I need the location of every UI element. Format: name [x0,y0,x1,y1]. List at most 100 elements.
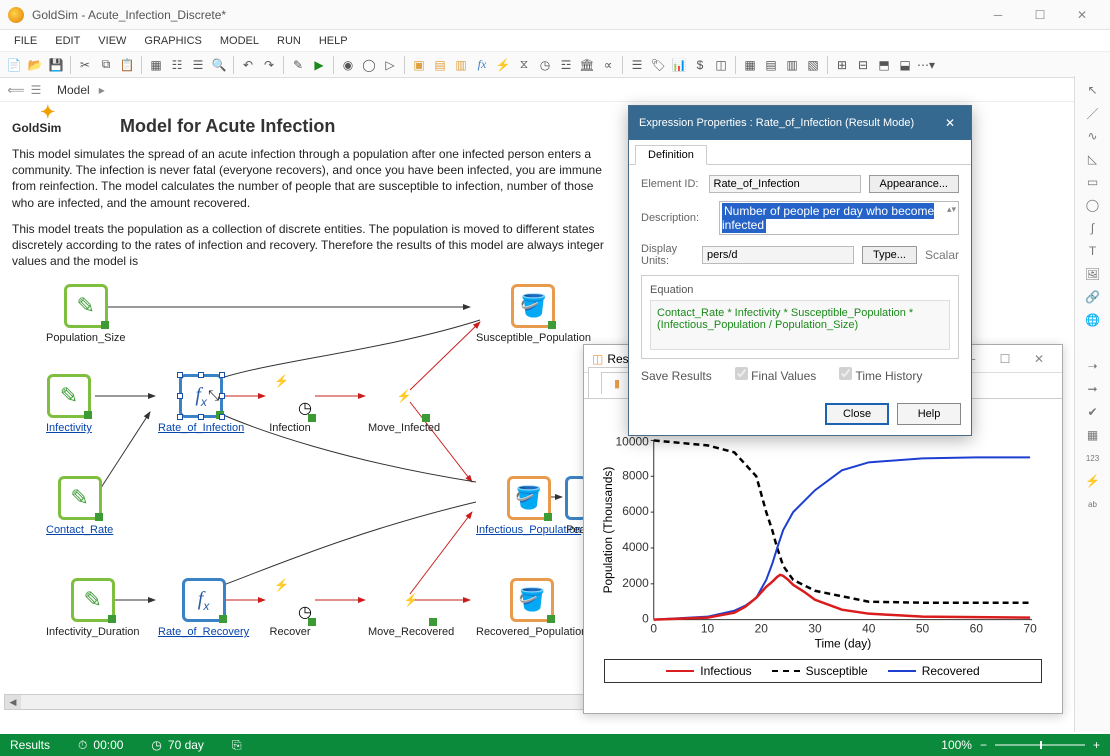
arrow1-tool-icon[interactable]: ➝ [1081,356,1105,376]
undo-icon[interactable]: ↶ [238,55,258,75]
search-icon[interactable]: 🔍 [209,55,229,75]
run-icon[interactable]: ▶ [309,55,329,75]
back-icon[interactable]: ⬓ [895,55,915,75]
text-tool-icon[interactable]: T [1081,241,1105,261]
help-button[interactable]: Help [897,403,961,425]
ungroup-icon[interactable]: ⊟ [853,55,873,75]
final-values-checkbox[interactable] [735,367,748,380]
image-tool-icon[interactable]: 🖼 [1081,264,1105,284]
fx-icon[interactable]: fx [472,55,492,75]
align2-icon[interactable]: ▤ [761,55,781,75]
close-button[interactable]: Close [825,403,889,425]
node-recover[interactable]: ⚡◷ Recover [268,578,312,638]
node-rate-of-recovery[interactable]: fx Rate_of_Recovery [158,578,249,638]
align4-icon[interactable]: ▧ [803,55,823,75]
polyline-tool-icon[interactable]: ∿ [1081,126,1105,146]
node-susceptible-population[interactable]: 🪣 Susceptible_Population [476,284,591,344]
node-move-infected[interactable]: ⚡ Move_Infected [368,374,440,434]
link-tool-icon[interactable]: 🔗 [1081,287,1105,307]
cut-icon[interactable]: ✂ [75,55,95,75]
skip-icon[interactable]: ▷ [380,55,400,75]
db-icon[interactable]: ☲ [556,55,576,75]
element-icon[interactable]: ▤ [430,55,450,75]
node-infectivity-duration[interactable]: ✎ Infectivity_Duration [46,578,140,638]
node-move-recovered[interactable]: ⚡ Move_Recovered [368,578,454,638]
type-button[interactable]: Type... [862,246,917,264]
minimize-button[interactable]: ─ [978,4,1018,26]
money-icon[interactable]: $ [690,55,710,75]
appearance-button[interactable]: Appearance... [869,175,960,193]
globe-tool-icon[interactable]: 🌐 [1081,310,1105,330]
node-recovered-population[interactable]: 🪣 Recovered_Population [476,578,587,638]
menu-run[interactable]: RUN [269,33,309,49]
line-tool-icon[interactable]: ／ [1081,103,1105,123]
maximize-button[interactable]: ☐ [1020,4,1060,26]
breadcrumb-back-icon[interactable]: ⟸ [8,82,24,98]
zoom-slider[interactable] [995,744,1085,746]
menu-graphics[interactable]: GRAPHICS [136,33,209,49]
zoom-out-button[interactable]: − [980,738,987,752]
rect-tool-icon[interactable]: ▭ [1081,172,1105,192]
cube-icon[interactable]: ◫ [711,55,731,75]
zoom-in-button[interactable]: + [1093,738,1100,752]
description-input[interactable]: Number of people per day who become infe… [722,203,934,233]
edit-icon[interactable]: ✎ [288,55,308,75]
save-icon[interactable]: 💾 [46,55,66,75]
copy-icon[interactable]: ⧉ [96,55,116,75]
node-rate-of-infection[interactable]: fx ⤡ Rate_of_Infection [158,374,244,434]
notes-icon[interactable]: ☷ [167,55,187,75]
node-contact-rate[interactable]: ✎ Contact_Rate [46,476,113,536]
grid-icon[interactable]: ▦ [146,55,166,75]
scroll-left-icon[interactable]: ◀ [5,695,21,709]
breadcrumb-model[interactable]: Model [48,80,99,100]
hourglass-icon[interactable]: ⧖ [514,55,534,75]
breadcrumb-fwd-icon[interactable]: ☰ [28,82,44,98]
triangle-tool-icon[interactable]: ◺ [1081,149,1105,169]
stop-icon[interactable]: ◯ [359,55,379,75]
node-infection[interactable]: ⚡◷ Infection [268,374,312,434]
result-max-button[interactable]: ☐ [990,349,1020,369]
clock-icon[interactable]: ◷ [535,55,555,75]
menu-help[interactable]: HELP [311,33,356,49]
chart-icon[interactable]: 📊 [669,55,689,75]
tag-icon[interactable]: 🏷 [648,55,668,75]
result-close-button[interactable]: ✕ [1024,349,1054,369]
units-input[interactable] [702,246,854,264]
link-icon[interactable]: ∝ [598,55,618,75]
container-icon[interactable]: ▣ [409,55,429,75]
more-icon[interactable]: ⋯▾ [916,55,936,75]
bank-icon[interactable]: 🏛 [577,55,597,75]
group-icon[interactable]: ⊞ [832,55,852,75]
123-tool-icon[interactable]: 123 [1081,448,1105,468]
new-icon[interactable]: 📄 [4,55,24,75]
menu-view[interactable]: VIEW [90,33,134,49]
grid-tool-icon[interactable]: ▦ [1081,425,1105,445]
menu-file[interactable]: FILE [6,33,45,49]
element2-icon[interactable]: ▥ [451,55,471,75]
curve-tool-icon[interactable]: ∫ [1081,218,1105,238]
align1-icon[interactable]: ▦ [740,55,760,75]
list-icon[interactable]: ☰ [627,55,647,75]
equation-text[interactable]: Contact_Rate * Infectivity * Susceptible… [650,300,950,350]
bolt-icon[interactable]: ⚡ [493,55,513,75]
abc-tool-icon[interactable]: ab [1081,494,1105,514]
desc-scroll-icon[interactable]: ▴▾ [947,204,956,215]
redo-icon[interactable]: ↷ [259,55,279,75]
dialog-close-button[interactable]: ✕ [939,112,961,134]
menu-edit[interactable]: EDIT [47,33,88,49]
arrow2-tool-icon[interactable]: ➞ [1081,379,1105,399]
tree-icon[interactable]: ☰ [188,55,208,75]
record-icon[interactable]: ◉ [338,55,358,75]
check-tool-icon[interactable]: ✔ [1081,402,1105,422]
bolt-tool-icon[interactable]: ⚡ [1081,471,1105,491]
align3-icon[interactable]: ▥ [782,55,802,75]
close-window-button[interactable]: ✕ [1062,4,1102,26]
pointer-tool-icon[interactable]: ↖ [1081,80,1105,100]
ellipse-tool-icon[interactable]: ◯ [1081,195,1105,215]
node-population-size[interactable]: ✎ Population_Size [46,284,126,344]
tab-definition[interactable]: Definition [635,145,707,165]
node-infectivity[interactable]: ✎ Infectivity [46,374,92,434]
time-history-checkbox[interactable] [839,367,852,380]
element-id-input[interactable] [709,175,861,193]
menu-model[interactable]: MODEL [212,33,267,49]
